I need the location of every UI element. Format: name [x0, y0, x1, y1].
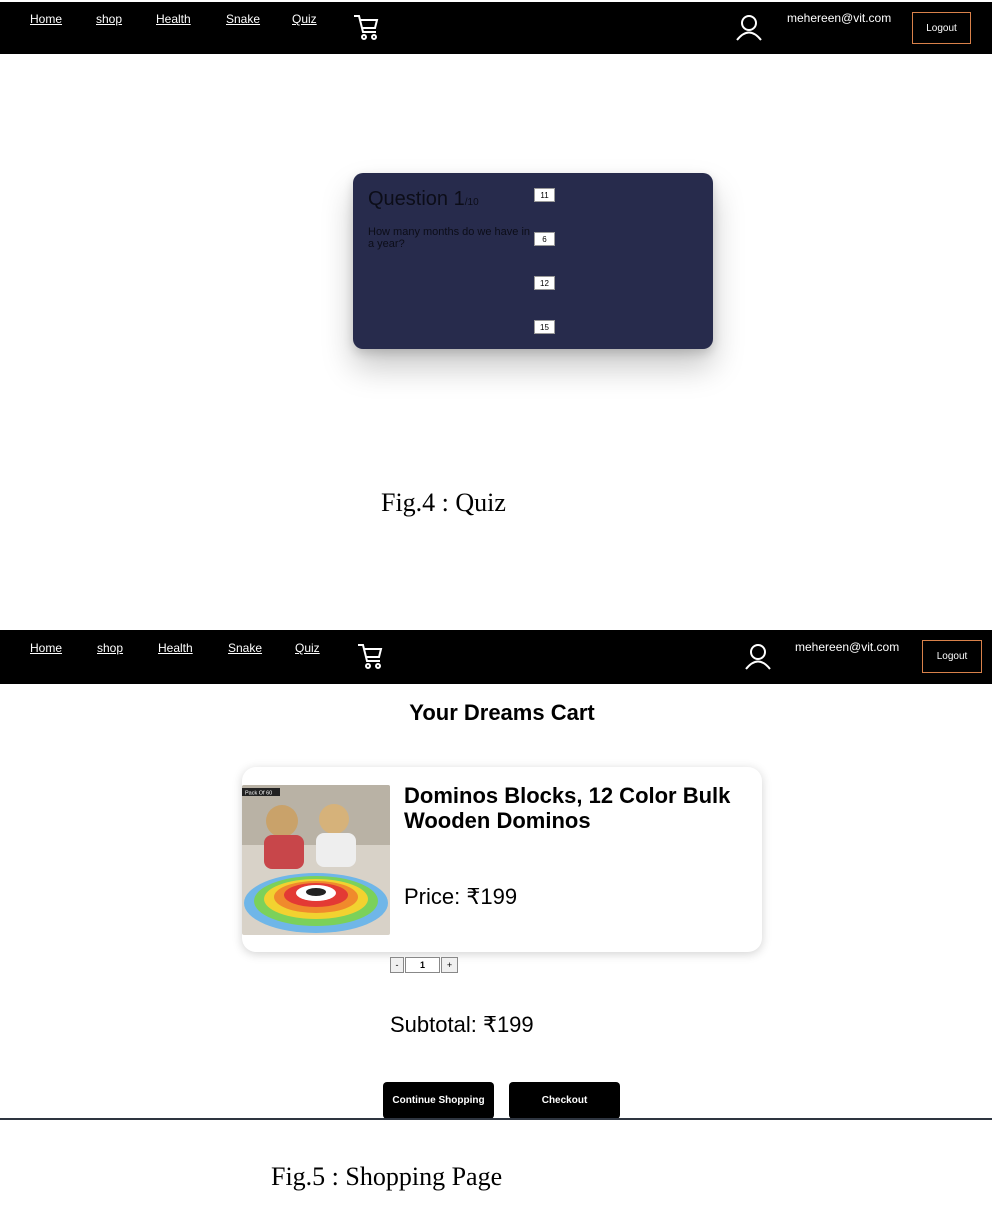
- question-heading: Question 1/10: [368, 188, 479, 211]
- question-total: /10: [464, 197, 479, 208]
- nav-health-link[interactable]: Health: [156, 12, 191, 26]
- answer-option[interactable]: 12: [534, 276, 555, 290]
- cart-title: Your Dreams Cart: [409, 700, 595, 725]
- user-email: mehereen@vit.com: [787, 11, 892, 25]
- top-navbar: Home shop Health Snake Quiz mehereen@vit…: [0, 630, 992, 684]
- answer-option[interactable]: 11: [534, 188, 555, 202]
- quantity-decrease-button[interactable]: -: [390, 957, 404, 973]
- cart-product-card: Pack Of 60 Dominos Blocks, 12 Color Bulk…: [242, 767, 762, 952]
- nav-snake-link[interactable]: Snake: [228, 641, 262, 655]
- nav-health-link[interactable]: Health: [158, 641, 193, 655]
- nav-shop-link[interactable]: shop: [97, 641, 123, 655]
- quiz-card: Question 1/10 How many months do we have…: [353, 173, 713, 349]
- figure-caption-shopping: Fig.5 : Shopping Page: [271, 1162, 503, 1191]
- logout-button[interactable]: Logout: [922, 640, 982, 673]
- pack-badge: Pack Of 60: [245, 791, 272, 797]
- user-icon[interactable]: [744, 642, 772, 670]
- nav-home-link[interactable]: Home: [30, 12, 62, 26]
- cart-subtotal: Subtotal: ₹199: [390, 1012, 534, 1037]
- logout-button[interactable]: Logout: [912, 12, 971, 44]
- checkout-button[interactable]: Checkout: [509, 1082, 620, 1119]
- user-email: mehereen@vit.com: [795, 640, 900, 654]
- product-name: Dominos Blocks, 12 Color Bulk Wooden Dom…: [404, 783, 731, 833]
- top-navbar: Home shop Health Snake Quiz mehereen@vit…: [0, 2, 992, 54]
- cart-icon[interactable]: [356, 641, 384, 671]
- dominos-photo: Pack Of 60: [242, 785, 390, 935]
- product-price: Price: ₹199: [404, 884, 518, 909]
- nav-quiz-link[interactable]: Quiz: [295, 641, 320, 655]
- quantity-increase-button[interactable]: +: [441, 957, 458, 973]
- continue-shopping-button[interactable]: Continue Shopping: [383, 1082, 494, 1119]
- nav-home-link[interactable]: Home: [30, 641, 62, 655]
- cart-icon[interactable]: [352, 12, 380, 42]
- user-icon[interactable]: [735, 13, 763, 41]
- page-divider: [0, 1118, 992, 1120]
- answer-option[interactable]: 6: [534, 232, 555, 246]
- quantity-input[interactable]: 1: [405, 957, 440, 973]
- answer-option[interactable]: 15: [534, 320, 555, 334]
- nav-shop-link[interactable]: shop: [96, 12, 122, 26]
- figure-caption-quiz: Fig.4 : Quiz: [381, 488, 506, 517]
- question-text: How many months do we have in a year?: [368, 226, 531, 250]
- product-image: Pack Of 60: [242, 785, 390, 935]
- nav-snake-link[interactable]: Snake: [226, 12, 260, 26]
- question-number: Question 1: [368, 188, 465, 210]
- nav-quiz-link[interactable]: Quiz: [292, 12, 317, 26]
